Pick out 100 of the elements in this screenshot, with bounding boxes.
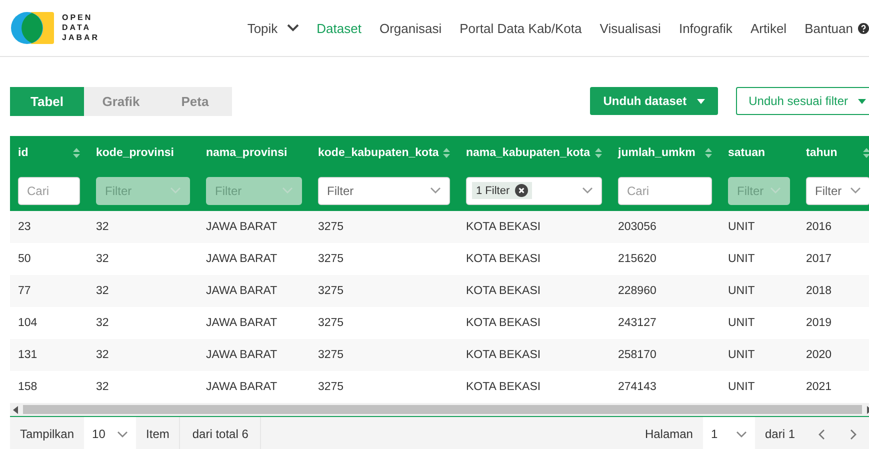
table-cell: 2020	[806, 349, 832, 361]
table-cell: 158	[18, 381, 38, 393]
horizontal-scrollbar[interactable]	[10, 403, 869, 417]
table-cell: 274143	[618, 381, 656, 393]
nav-link[interactable]: Organisasi	[379, 20, 442, 36]
table-cell: 2021	[806, 381, 832, 393]
sort-icon[interactable]	[73, 148, 80, 158]
nav-link[interactable]: Infografik	[678, 20, 732, 36]
sort-icon[interactable]	[443, 148, 450, 158]
chevron-down-icon	[286, 24, 299, 32]
chevron-down-icon	[170, 187, 181, 194]
table-cell: KOTA BEKASI	[466, 349, 541, 361]
table-cell: 32	[96, 285, 109, 297]
table-cell: UNIT	[728, 349, 755, 361]
table-cell: 3275	[318, 285, 344, 297]
table-cell: JAWA BARAT	[206, 253, 278, 265]
table-cell: UNIT	[728, 317, 755, 329]
nav-link[interactable]: Artikel	[750, 20, 787, 36]
table-cell: KOTA BEKASI	[466, 285, 541, 297]
column-header: id	[18, 147, 28, 159]
logo-text: OPEN	[62, 13, 94, 23]
chevron-down-icon	[736, 430, 747, 438]
table-cell: JAWA BARAT	[206, 381, 278, 393]
page-label: Halaman	[644, 427, 694, 441]
table-cell: 3275	[318, 253, 344, 265]
table-cell: 32	[96, 317, 109, 329]
table-cell: 215620	[618, 253, 656, 265]
table-cell: 3275	[318, 349, 344, 361]
table-cell: 3275	[318, 221, 344, 233]
table-cell: 50	[18, 253, 31, 265]
chevron-down-icon	[770, 187, 781, 194]
download-button[interactable]: Unduh dataset	[590, 87, 718, 115]
logo-text: JABAR	[62, 33, 100, 43]
column-header: satuan	[728, 147, 766, 159]
logo-text: DATA	[62, 23, 92, 33]
search-field[interactable]: Cari	[18, 176, 80, 204]
table-cell: 23	[18, 221, 31, 233]
close-icon[interactable]	[514, 184, 528, 197]
column-header: nama_provinsi	[206, 147, 288, 159]
column-header: nama_kabupaten_kota	[466, 147, 590, 159]
item-label: Item	[145, 427, 170, 441]
chevron-down-icon	[282, 187, 293, 194]
table-cell: 131	[18, 349, 38, 361]
chevron-down-icon	[850, 187, 861, 194]
table-cell: 77	[18, 285, 31, 297]
view-tab[interactable]: Tabel	[10, 86, 84, 116]
chevron-down-icon	[582, 187, 593, 194]
sort-icon[interactable]	[863, 148, 869, 158]
logo-icon	[10, 11, 54, 45]
table-cell: 32	[96, 349, 109, 361]
filter-dropdown[interactable]: 1 Filter	[466, 176, 602, 204]
table-cell: KOTA BEKASI	[466, 317, 541, 329]
search-field[interactable]: Cari	[618, 176, 712, 204]
table-cell: JAWA BARAT	[206, 317, 278, 329]
table-cell: KOTA BEKASI	[466, 381, 541, 393]
table-cell: 2018	[806, 285, 832, 297]
table-cell: JAWA BARAT	[206, 221, 278, 233]
nav-link[interactable]: Visualisasi	[600, 20, 661, 36]
page-dropdown[interactable]: 1	[702, 417, 755, 449]
table-cell: 2016	[806, 221, 832, 233]
table-cell: JAWA BARAT	[206, 285, 278, 297]
table-cell: 228960	[618, 285, 656, 297]
table-cell: 32	[96, 381, 109, 393]
column-header: tahun	[806, 147, 838, 159]
chevron-left-icon	[818, 428, 824, 440]
page-size-dropdown[interactable]: 10	[84, 417, 136, 449]
table-cell: 258170	[618, 349, 656, 361]
caret-icon	[858, 98, 866, 104]
column-header: kode_provinsi	[96, 147, 174, 159]
download-button[interactable]: Unduh sesuai filter	[736, 87, 869, 115]
nav-link[interactable]: Topik	[247, 20, 299, 36]
table-cell: 32	[96, 253, 109, 265]
page-count: dari 1	[764, 427, 796, 441]
table-cell: UNIT	[728, 253, 755, 265]
table-cell: 243127	[618, 317, 656, 329]
table-cell: KOTA BEKASI	[466, 253, 541, 265]
sort-icon[interactable]	[595, 148, 602, 158]
column-header: jumlah_umkm	[618, 147, 696, 159]
table-cell: 203056	[618, 221, 656, 233]
chevron-down-icon	[430, 187, 441, 194]
table-cell: UNIT	[728, 221, 755, 233]
sort-icon[interactable]	[705, 148, 712, 158]
table-cell: 104	[18, 317, 38, 329]
filter-dropdown[interactable]: Filter	[318, 176, 450, 204]
nav-link[interactable]: Portal Data Kab/Kota	[460, 20, 582, 36]
column-header: kode_kabupaten_kota	[318, 147, 439, 159]
table-cell: 32	[96, 221, 109, 233]
chevron-down-icon	[117, 430, 128, 438]
table-cell: UNIT	[728, 285, 755, 297]
scroll-left-icon[interactable]	[13, 406, 19, 414]
table-cell: 3275	[318, 317, 344, 329]
table-cell: UNIT	[728, 381, 755, 393]
nav-link[interactable]: Bantuan	[804, 20, 869, 36]
table-cell: 2019	[806, 317, 832, 329]
table-cell: JAWA BARAT	[206, 349, 278, 361]
table-cell: 2017	[806, 253, 832, 265]
nav-link[interactable]: Dataset	[316, 20, 362, 36]
filter-dropdown[interactable]: Filter	[806, 176, 869, 204]
chevron-right-icon	[850, 428, 856, 440]
show-label: Tampilkan	[19, 427, 76, 441]
